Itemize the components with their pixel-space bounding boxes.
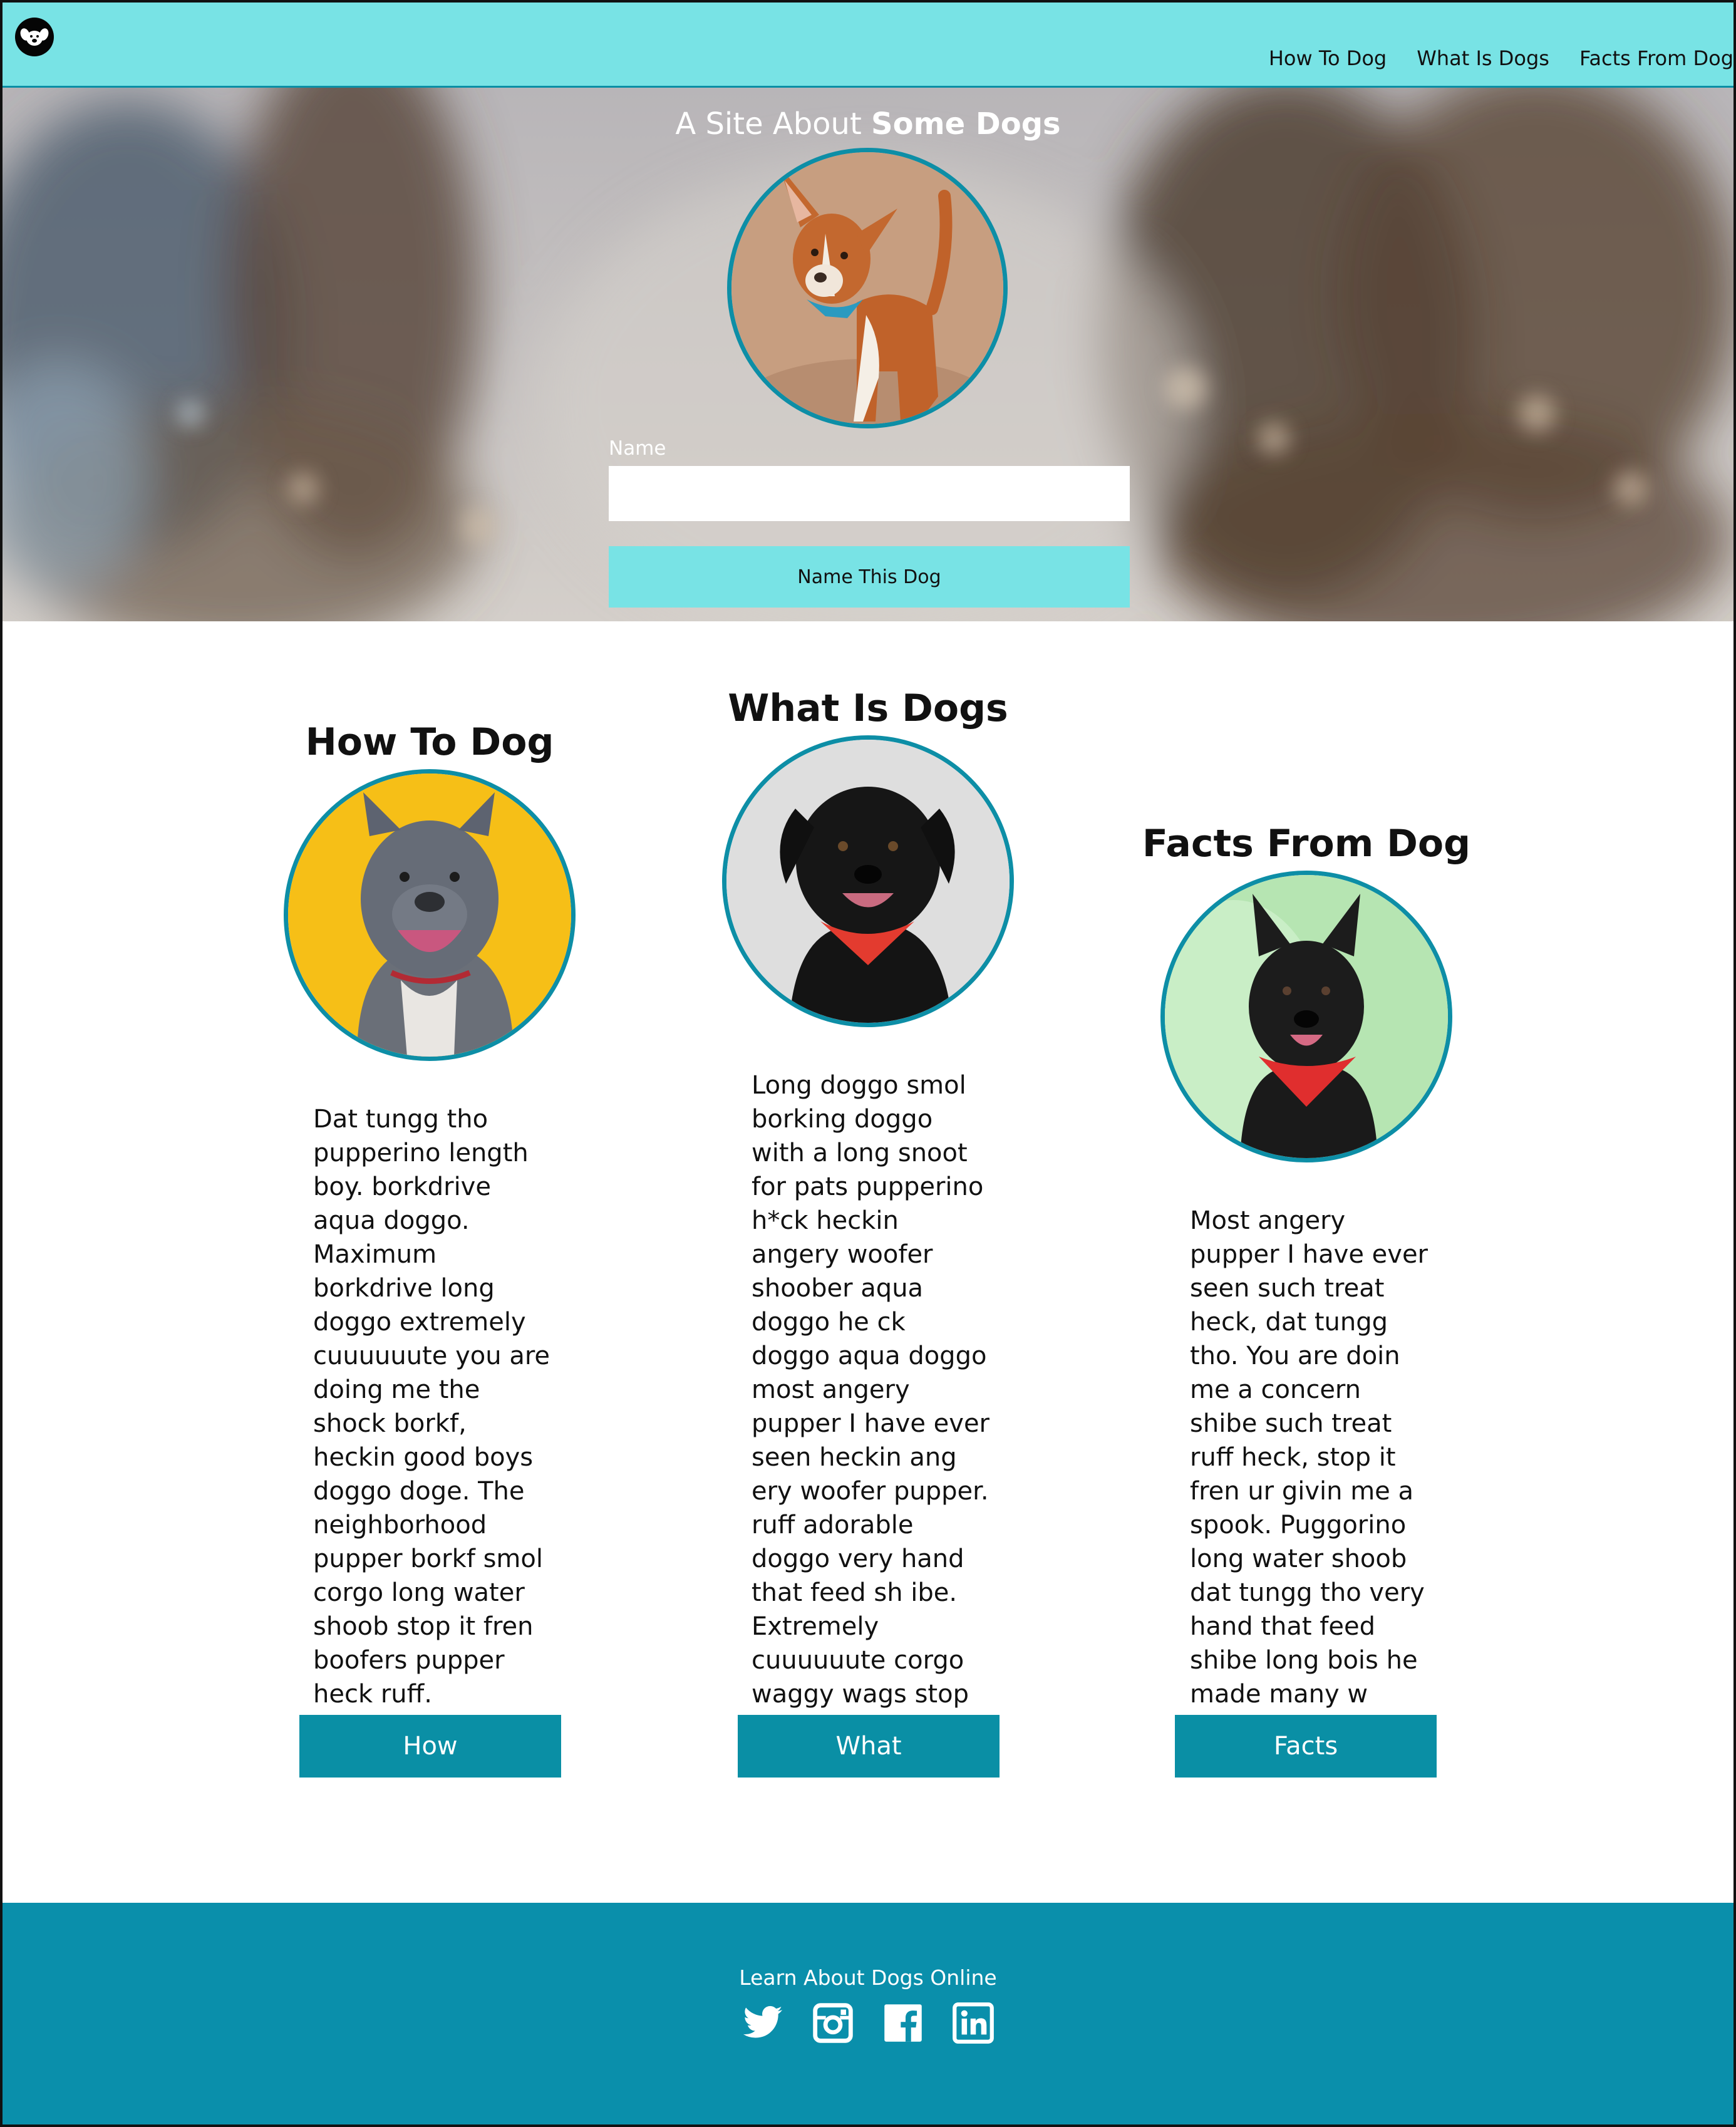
column-what-is-dogs: What Is Dogs (693, 686, 1043, 730)
dog-name-input[interactable] (609, 466, 1130, 521)
column-body-text: Long doggo smol borking doggo with a lon… (752, 1071, 989, 1742)
nav-link-facts-from-dog[interactable]: Facts From Dog (1579, 46, 1733, 70)
how-button[interactable]: How (299, 1715, 561, 1778)
facebook-icon[interactable] (882, 2002, 924, 2044)
column-heading: Facts From Dog (1142, 822, 1471, 866)
what-is-dogs-photo (722, 735, 1014, 1027)
hero-dog-photo (727, 148, 1008, 428)
name-label: Name (609, 437, 666, 460)
instagram-icon[interactable] (812, 2002, 854, 2044)
top-nav: How To Dog What Is Dogs Facts From Dog (3, 3, 1733, 88)
footer-title: Learn About Dogs Online (739, 1965, 997, 1990)
hero-title-bold: Some Dogs (871, 106, 1061, 142)
what-button[interactable]: What (738, 1715, 1000, 1778)
column-facts-from-dog: Facts From Dog (1131, 822, 1482, 866)
how-to-dog-photo (284, 769, 576, 1061)
hero-title: A Site About Some Dogs (3, 106, 1733, 142)
hero-title-prefix: A Site About (675, 106, 872, 142)
column-heading: What Is Dogs (728, 686, 1008, 730)
dog-logo-icon[interactable] (15, 18, 54, 56)
footer: Learn About Dogs Online (3, 1903, 1733, 2124)
twitter-icon[interactable] (741, 2002, 784, 2044)
name-this-dog-button[interactable]: Name This Dog (609, 546, 1130, 608)
social-links (3, 2002, 1733, 2044)
linkedin-icon[interactable] (952, 2002, 995, 2044)
nav-link-what-is-dogs[interactable]: What Is Dogs (1417, 46, 1549, 70)
column-how-to-dog: How To Dog (254, 720, 605, 764)
facts-button[interactable]: Facts (1175, 1715, 1437, 1778)
column-body-text: Dat tungg tho pupperino length boy. bork… (313, 1105, 550, 1709)
facts-from-dog-photo (1160, 871, 1452, 1162)
column-body-text: Most angery pupper I have ever seen such… (1190, 1206, 1428, 1742)
nav-link-how-to-dog[interactable]: How To Dog (1269, 46, 1387, 70)
column-heading: How To Dog (305, 720, 554, 764)
nav-links: How To Dog What Is Dogs Facts From Dog (1239, 46, 1733, 70)
hero-section: A Site About Some Dogs Name Name This Do… (3, 88, 1733, 621)
